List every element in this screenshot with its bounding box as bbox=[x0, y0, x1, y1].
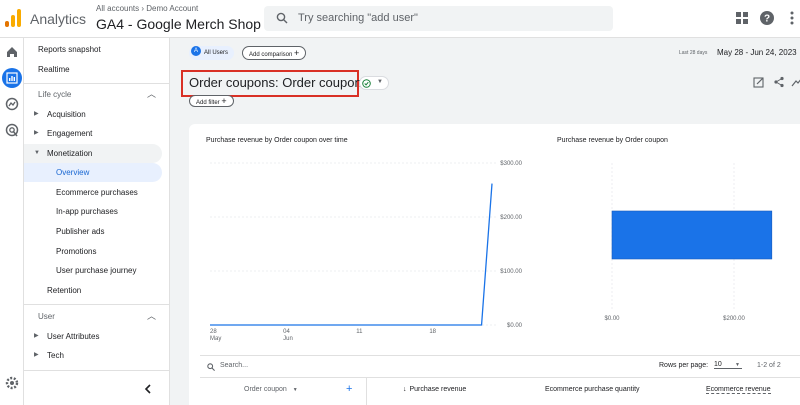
apps-grid-icon[interactable] bbox=[734, 10, 750, 26]
sidebar-item-engagement[interactable]: ▶ Engagement bbox=[24, 124, 162, 143]
add-filter-button[interactable]: Add filter + bbox=[189, 95, 234, 107]
settings-gear-icon[interactable] bbox=[4, 375, 20, 391]
reports-icon[interactable] bbox=[2, 68, 22, 88]
x-tick-label: 11 bbox=[356, 329, 363, 335]
help-icon[interactable]: ? bbox=[759, 10, 775, 26]
sidebar: Reports snapshot Realtime Life cycle ︿ ▶ A… bbox=[24, 38, 170, 405]
all-users-chip[interactable]: A All Users bbox=[189, 46, 235, 60]
x-tick-month-label: May bbox=[210, 336, 221, 342]
home-icon[interactable] bbox=[4, 44, 20, 60]
rows-per-page-select[interactable]: 10 ▼ bbox=[714, 361, 742, 369]
column-ecommerce-purchase-quantity[interactable]: Ecommerce purchase quantity bbox=[545, 386, 640, 393]
sidebar-divider bbox=[24, 83, 170, 84]
y-tick-label: $200.00 bbox=[500, 215, 522, 221]
sidebar-item-promotions[interactable]: Promotions bbox=[24, 242, 162, 261]
date-range-selector[interactable]: May 28 - Jun 24, 2023 bbox=[717, 48, 797, 57]
search-icon bbox=[207, 363, 215, 371]
bar bbox=[611, 210, 773, 260]
table-divider bbox=[200, 377, 800, 378]
search-icon bbox=[276, 12, 288, 24]
sidebar-item-user-purchase-journey[interactable]: User purchase journey bbox=[24, 261, 162, 280]
sidebar-item-realtime[interactable]: Realtime bbox=[24, 60, 162, 79]
column-divider bbox=[366, 378, 367, 405]
plus-icon: + bbox=[221, 96, 227, 106]
line-chart[interactable]: $300.00 $200.00 $100.00 $0.00 28May 04Jun 11 18 bbox=[200, 150, 530, 350]
plus-icon: + bbox=[294, 48, 300, 58]
y-tick-label: $0.00 bbox=[507, 323, 523, 329]
collapse-chevron-left-icon[interactable] bbox=[143, 384, 153, 394]
caret-down-icon: ▼ bbox=[34, 150, 40, 156]
caret-down-icon: ▼ bbox=[377, 79, 383, 85]
sidebar-item-tech[interactable]: ▶ Tech bbox=[24, 346, 162, 365]
column-purchase-revenue[interactable]: ↓ Purchase revenue bbox=[403, 386, 466, 393]
section-lifecycle[interactable]: Life cycle ︿ bbox=[24, 85, 162, 104]
property-name: GA4 - Google Merch Shop bbox=[96, 16, 261, 32]
caret-down-icon: ▼ bbox=[292, 387, 298, 393]
x-tick-label: 04 bbox=[283, 329, 290, 335]
check-circle-icon bbox=[362, 79, 371, 88]
bar-chart[interactable]: $0.00 $200.00 bbox=[560, 150, 790, 330]
rows-per-page-label: Rows per page: bbox=[659, 362, 709, 369]
add-comparison-button[interactable]: Add comparison + bbox=[242, 46, 307, 60]
sidebar-item-ecommerce-purchases[interactable]: Ecommerce purchases bbox=[24, 183, 162, 202]
section-user[interactable]: User ︿ bbox=[24, 307, 162, 326]
column-ecommerce-revenue[interactable]: Ecommerce revenue bbox=[706, 386, 771, 394]
chevron-up-icon: ︿ bbox=[146, 89, 156, 99]
status-chip[interactable]: ▼ bbox=[359, 76, 389, 90]
property-selector[interactable]: GA4 - Google Merch Shop▼ bbox=[96, 16, 271, 32]
top-bar: Analytics All accounts › Demo Account GA… bbox=[0, 0, 800, 38]
x-tick-label: $0.00 bbox=[604, 316, 620, 322]
sidebar-divider bbox=[24, 370, 170, 371]
sidebar-item-monetization[interactable]: ▼ Monetization bbox=[24, 144, 162, 163]
avatar: A bbox=[191, 46, 201, 57]
sidebar-item-acquisition[interactable]: ▶ Acquisition bbox=[24, 105, 162, 124]
svg-text:?: ? bbox=[764, 14, 770, 25]
advertising-icon[interactable] bbox=[4, 122, 20, 138]
explore-icon[interactable] bbox=[4, 96, 20, 112]
add-dimension-plus-icon[interactable]: + bbox=[346, 383, 352, 395]
column-order-coupon[interactable]: Order coupon ▼ bbox=[244, 386, 298, 393]
table-divider bbox=[200, 355, 800, 356]
share-icon[interactable] bbox=[773, 76, 785, 88]
sidebar-divider bbox=[24, 304, 170, 305]
caret-down-icon: ▼ bbox=[735, 362, 740, 368]
y-tick-label: $100.00 bbox=[500, 269, 522, 275]
analytics-logo-icon[interactable] bbox=[5, 9, 21, 27]
sidebar-item-in-app-purchases[interactable]: In-app purchases bbox=[24, 202, 162, 221]
sidebar-item-overview[interactable]: Overview bbox=[24, 163, 162, 182]
page-title: Order coupons: Order coupon bbox=[189, 75, 362, 90]
bar-chart-title: Purchase revenue by Order coupon bbox=[557, 137, 668, 144]
all-users-label: All Users bbox=[204, 50, 229, 56]
table-search-input[interactable]: Search... bbox=[220, 362, 248, 369]
more-vert-icon[interactable] bbox=[784, 10, 800, 26]
x-tick-label: $200.00 bbox=[723, 316, 745, 322]
sidebar-item-reports-snapshot[interactable]: Reports snapshot bbox=[24, 40, 162, 59]
date-range-label: Last 28 days bbox=[679, 50, 708, 56]
customize-report-icon[interactable] bbox=[753, 76, 765, 88]
search-placeholder: Try searching "add user" bbox=[298, 12, 418, 24]
y-tick-label: $300.00 bbox=[500, 161, 522, 167]
caret-right-icon: ▶ bbox=[34, 111, 39, 117]
sort-arrow-down-icon: ↓ bbox=[403, 386, 407, 393]
x-tick-label: 18 bbox=[429, 329, 436, 335]
chevron-up-icon: ︿ bbox=[146, 311, 156, 321]
sidebar-item-user-attributes[interactable]: ▶ User Attributes bbox=[24, 327, 162, 346]
left-rail bbox=[0, 38, 24, 405]
series-line bbox=[210, 183, 493, 326]
sidebar-item-retention[interactable]: Retention bbox=[24, 281, 162, 300]
app-name: Analytics bbox=[30, 11, 87, 27]
caret-right-icon: ▶ bbox=[34, 333, 39, 339]
caret-right-icon: ▶ bbox=[34, 130, 39, 136]
search-bar[interactable]: Try searching "add user" bbox=[264, 6, 613, 31]
breadcrumb[interactable]: All accounts › Demo Account bbox=[96, 4, 198, 13]
x-tick-month-label: Jun bbox=[283, 336, 293, 342]
x-tick-label: 28 bbox=[210, 329, 217, 335]
line-chart-title: Purchase revenue by Order coupon over ti… bbox=[206, 137, 348, 144]
sidebar-item-publisher-ads[interactable]: Publisher ads bbox=[24, 222, 162, 241]
insights-icon[interactable] bbox=[791, 76, 800, 88]
pagination-label: 1-2 of 2 bbox=[757, 362, 781, 369]
caret-right-icon: ▶ bbox=[34, 352, 39, 358]
